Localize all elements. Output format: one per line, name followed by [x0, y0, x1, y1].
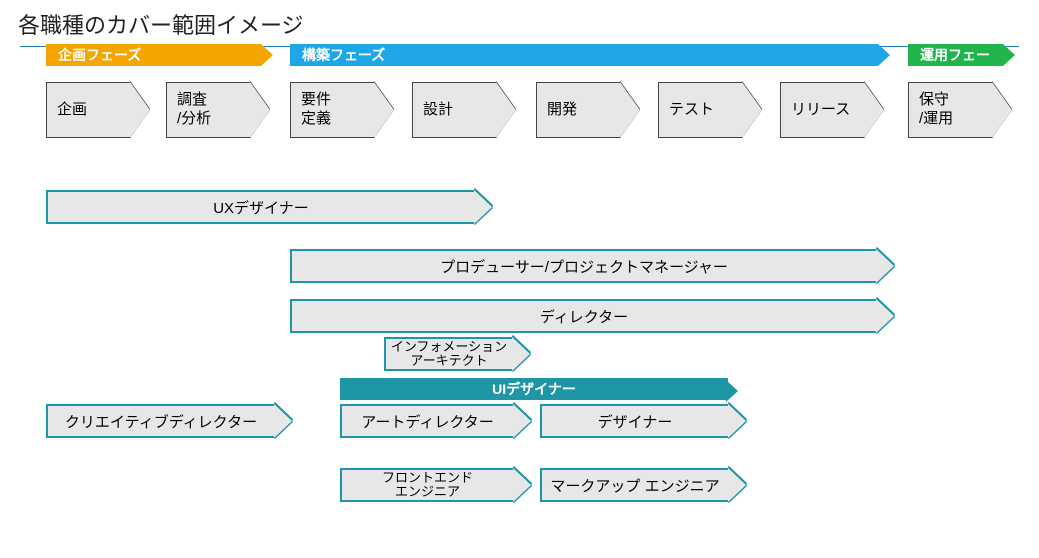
role-markup-engineer: マークアップ エンジニア — [540, 468, 730, 502]
role-ux-designer: UXデザイナー — [46, 190, 476, 224]
phase-operate: 運用フェーズ — [908, 44, 1003, 66]
role-art-director: アートディレクター — [340, 404, 515, 438]
role-designer: デザイナー — [540, 404, 730, 438]
phase-plan: 企画フェーズ — [46, 44, 261, 66]
stage-dev: 開発 — [536, 82, 621, 138]
stage-test: テスト — [658, 82, 743, 138]
role-ui-designer: UIデザイナー — [340, 378, 728, 400]
stage-design: 設計 — [412, 82, 497, 138]
stage-research: 調査 /分析 — [166, 82, 251, 138]
stage-plan: 企画 — [46, 82, 131, 138]
stage-reqs: 要件 定義 — [290, 82, 375, 138]
role-director: ディレクター — [290, 299, 878, 333]
stage-release: リリース — [780, 82, 865, 138]
role-frontend-engineer: フロントエンド エンジニア — [340, 468, 515, 502]
role-producer-pm: プロデューサー/プロジェクトマネージャー — [290, 249, 878, 283]
stage-maint: 保守 /運用 — [908, 82, 993, 138]
phase-build: 構築フェーズ — [290, 44, 878, 66]
role-creative-director: クリエイティブディレクター — [46, 404, 276, 438]
page-title: 各職種のカバー範囲イメージ — [0, 0, 1039, 46]
role-information-architect: インフォメーション アーキテクト — [384, 337, 514, 371]
